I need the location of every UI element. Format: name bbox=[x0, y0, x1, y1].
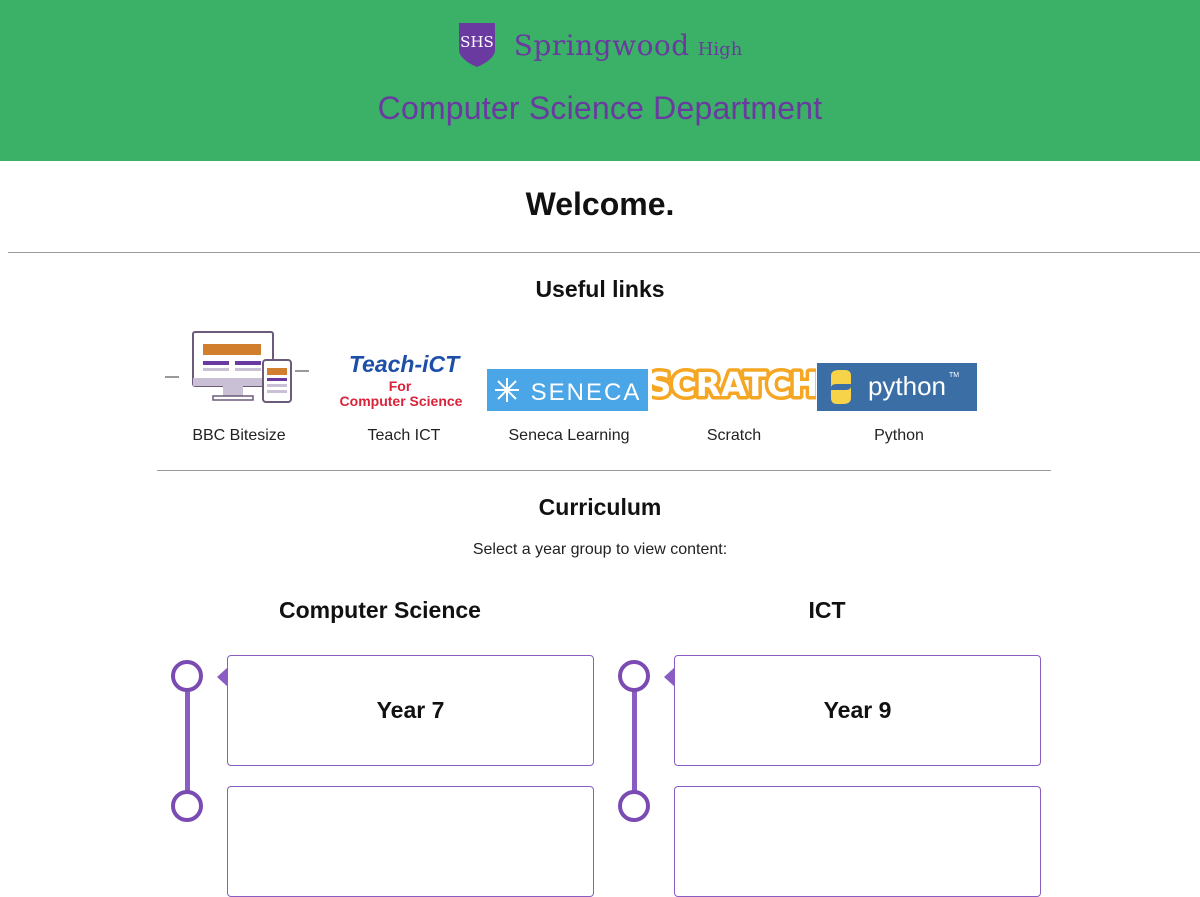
python-logo-text: python bbox=[868, 371, 946, 401]
curriculum-heading: Curriculum bbox=[538, 494, 662, 520]
divider bbox=[8, 252, 1200, 253]
department-title: Computer Science Department bbox=[377, 90, 823, 126]
year-card-year-9[interactable]: Year 9 bbox=[674, 655, 1041, 766]
column-title-ict: ICT bbox=[808, 597, 846, 623]
school-brand[interactable]: SHS Springwood High bbox=[0, 22, 1200, 73]
timeline-dot bbox=[171, 660, 203, 692]
school-crest-icon: SHS bbox=[458, 22, 496, 68]
scratch-logo-text: SCRATCH bbox=[652, 365, 816, 404]
divider bbox=[157, 470, 1051, 471]
curriculum-instructions: Select a year group to view content: bbox=[472, 541, 728, 558]
year-card[interactable] bbox=[227, 786, 594, 897]
teach-ict-logo: Teach-iCT For Computer Science bbox=[322, 328, 486, 414]
teach-ict-logo-title: Teach-iCT bbox=[349, 351, 461, 377]
school-name: Springwood bbox=[513, 28, 690, 62]
column-title-computer-science: Computer Science bbox=[279, 597, 481, 623]
link-label: Python bbox=[874, 427, 924, 444]
link-label: Seneca Learning bbox=[508, 427, 630, 444]
link-label: BBC Bitesize bbox=[192, 427, 286, 444]
link-label: Teach ICT bbox=[367, 427, 441, 444]
link-bbc-bitesize[interactable]: BBC Bitesize bbox=[157, 328, 321, 452]
useful-links-heading: Useful links bbox=[535, 276, 665, 302]
year-card-year-7[interactable]: Year 7 bbox=[227, 655, 594, 766]
welcome-heading: Welcome. bbox=[525, 186, 675, 222]
teach-ict-logo-for: For bbox=[389, 378, 412, 394]
computer-devices-icon bbox=[157, 328, 321, 414]
timeline-dot bbox=[618, 790, 650, 822]
link-python[interactable]: python TM Python bbox=[817, 328, 981, 452]
link-seneca-learning[interactable]: SENECA Seneca Learning bbox=[487, 328, 651, 452]
timeline-dot bbox=[618, 660, 650, 692]
useful-links-list: BBC Bitesize Teach-iCT For Computer Scie… bbox=[157, 328, 979, 458]
timeline-line bbox=[632, 676, 637, 806]
link-scratch[interactable]: SCRATCH SCRATCH Scratch bbox=[644, 328, 822, 452]
crest-letters: SHS bbox=[460, 33, 494, 51]
year-card[interactable] bbox=[674, 786, 1041, 897]
site-header: SHS Springwood High Computer Science Depa… bbox=[0, 0, 1200, 161]
timeline-line bbox=[185, 676, 190, 806]
timeline-dot bbox=[171, 790, 203, 822]
python-trademark: TM bbox=[949, 372, 959, 379]
seneca-logo: SENECA bbox=[487, 328, 651, 414]
seneca-logo-text: SENECA bbox=[531, 379, 642, 406]
python-logo: python TM bbox=[817, 328, 981, 414]
teach-ict-logo-subtitle: Computer Science bbox=[340, 393, 463, 409]
link-teach-ict[interactable]: Teach-iCT For Computer Science Teach ICT bbox=[322, 328, 486, 452]
school-name-suffix: High bbox=[697, 38, 743, 60]
link-label: Scratch bbox=[706, 427, 762, 444]
scratch-logo: SCRATCH SCRATCH bbox=[644, 328, 822, 414]
